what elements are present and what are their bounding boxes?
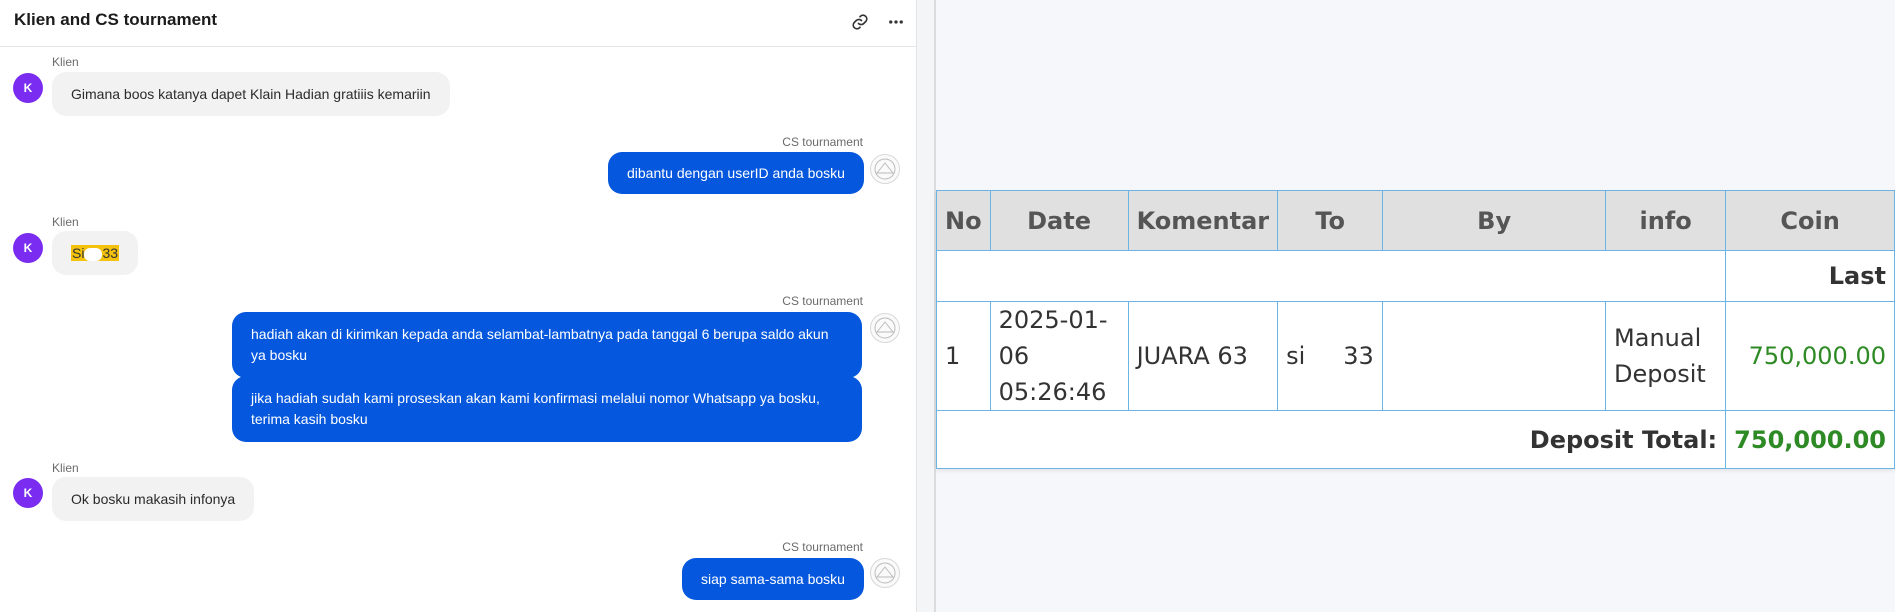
date-cell: 2025-01- 06 05:26:46 — [989, 301, 1129, 411]
more-options-icon[interactable] — [882, 8, 910, 36]
info-cell: Manual Deposit — [1605, 301, 1727, 411]
highlighted-text: Si — [72, 245, 85, 261]
message-bubble: Gimana boos katanya dapet Klain Hadian g… — [52, 72, 450, 116]
message-sender: CS tournament — [782, 135, 863, 149]
message-bubble: hadiah akan di kirimkan kepada anda sela… — [232, 312, 862, 378]
avatar: K — [13, 73, 43, 103]
total-row: Deposit Total: 750,000.00 — [935, 410, 1895, 469]
link-icon[interactable] — [846, 8, 874, 36]
table-row: 1 2025-01- 06 05:26:46 JUARA 63 si 33 Man… — [936, 301, 1895, 411]
report-panel: No Date Komentar To By info Coin Last 1 … — [935, 0, 1895, 612]
column-header: info — [1605, 190, 1727, 251]
table-header-row: No Date Komentar To By info Coin — [936, 190, 1895, 251]
highlighted-text: 33 — [102, 245, 119, 261]
komentar-cell: JUARA 63 — [1127, 301, 1279, 411]
avatar — [870, 558, 900, 588]
last-label: Last — [1725, 250, 1895, 302]
message-bubble: Ok bosku makasih infonya — [52, 477, 255, 521]
total-label: Deposit Total: — [935, 410, 1727, 469]
column-header: Komentar — [1127, 190, 1279, 251]
message-sender: Klien — [52, 55, 79, 69]
message-bubble: dibantu dengan userID anda bosku — [608, 152, 864, 194]
column-header: Date — [989, 190, 1129, 251]
column-header: Coin — [1725, 190, 1895, 251]
chat-panel: Klien and CS tournament Klien K Gimana b… — [0, 0, 916, 612]
row-number: 1 — [936, 301, 991, 411]
message-bubble: Si 33 — [52, 231, 139, 275]
deposit-table: No Date Komentar To By info Coin Last 1 … — [935, 190, 1895, 469]
to-cell: si 33 — [1277, 301, 1384, 411]
total-value: 750,000.00 — [1725, 410, 1895, 469]
table-row: Last — [935, 250, 1895, 302]
column-header: To — [1277, 190, 1384, 251]
message-bubble: jika hadiah sudah kami proseskan akan ka… — [232, 376, 862, 442]
avatar: K — [13, 233, 43, 263]
chat-title: Klien and CS tournament — [14, 10, 218, 29]
avatar — [870, 313, 900, 343]
message-sender: CS tournament — [782, 540, 863, 554]
chat-header: Klien and CS tournament — [0, 0, 916, 47]
by-cell — [1382, 301, 1607, 411]
coin-cell: 750,000.00 — [1725, 301, 1895, 411]
message-bubble: siap sama-sama bosku — [682, 558, 864, 600]
column-header: By — [1382, 190, 1607, 251]
message-sender: Klien — [52, 215, 79, 229]
panel-divider[interactable] — [916, 0, 936, 612]
message-sender: CS tournament — [782, 294, 863, 308]
avatar: K — [13, 478, 43, 508]
message-sender: Klien — [52, 461, 79, 475]
column-header: No — [936, 190, 991, 251]
avatar — [870, 154, 900, 184]
